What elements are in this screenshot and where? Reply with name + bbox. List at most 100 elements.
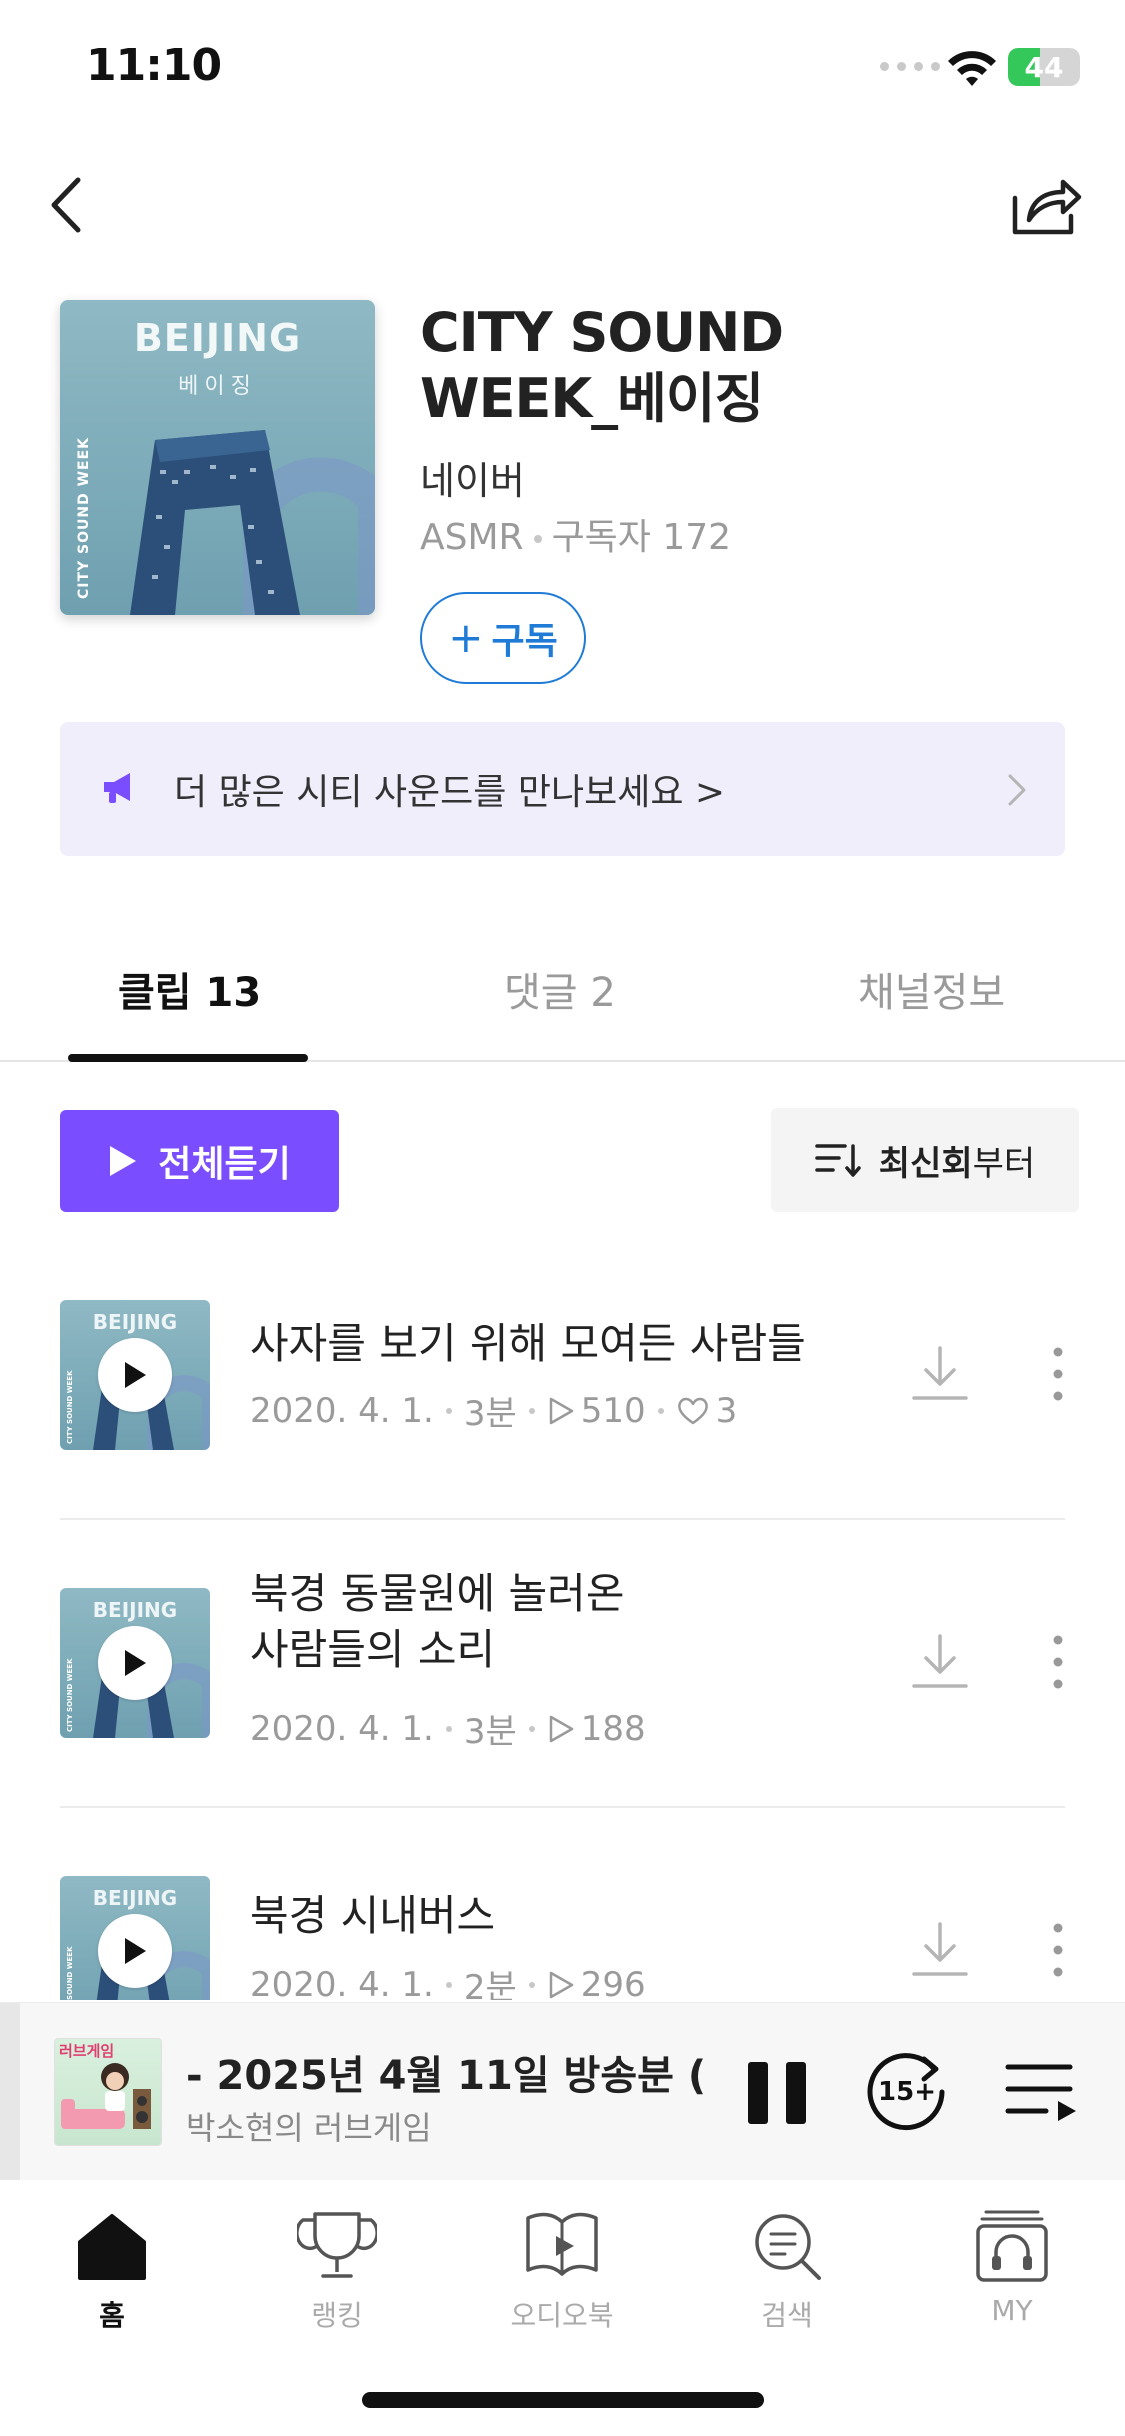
wifi-icon — [948, 51, 996, 86]
home-indicator — [362, 2392, 764, 2408]
bottom-tab-my[interactable]: MY — [932, 2206, 1092, 2327]
clip-plays: 296 — [580, 1964, 646, 2001]
clip-plays: 510 — [580, 1390, 646, 1431]
bottom-tab-search[interactable]: 검색 — [707, 2206, 867, 2334]
clip-title[interactable]: 북경 시내버스 — [250, 1888, 890, 1944]
heart-icon — [677, 1397, 708, 1424]
mini-player-artwork: 러브게임 — [54, 2038, 162, 2146]
clip-item[interactable]: BEIJING CITY SOUND WEEK 사자를 보기 위해 모여든 사람… — [0, 1280, 1125, 1568]
cellular-signal-icon — [880, 62, 940, 71]
more-options-icon[interactable] — [1040, 1630, 1076, 1694]
clip-duration: 2분 — [463, 1968, 517, 2000]
clip-play-button[interactable] — [98, 1338, 172, 1412]
clip-play-button[interactable] — [98, 1914, 172, 1988]
play-all-button[interactable]: 전체듣기 — [60, 1110, 339, 1212]
clip-duration: 3분 — [463, 1394, 517, 1434]
more-options-icon[interactable] — [1040, 1342, 1076, 1406]
bottom-tab-ranking[interactable]: 랭킹 — [257, 2206, 417, 2334]
subscribe-button[interactable]: + 구독 — [420, 592, 586, 684]
clip-thumbnail: BEIJING CITY SOUND WEEK — [60, 1300, 210, 1450]
now-playing-title: - 2025년 4월 11일 방송분 (장 — [186, 2053, 706, 2099]
clip-meta: 2020. 4. 1. 2분 296 — [250, 1960, 646, 2001]
clip-thumbnail: BEIJING CITY SOUND WEEK — [60, 1588, 210, 1738]
bottom-tab-home[interactable]: 홈 — [32, 2206, 192, 2334]
pause-icon[interactable] — [744, 2058, 810, 2128]
play-icon — [125, 1362, 146, 1388]
battery-icon: 44 — [1008, 48, 1080, 86]
plays-icon — [549, 1715, 574, 1742]
artwork-title-text: 러브게임 — [59, 2042, 115, 2060]
clip-duration: 3분 — [463, 1712, 517, 1752]
mini-player[interactable]: 러브게임 - 2025년 4월 11일 방송분 (장 박소현의 러브게임 15+ — [0, 2002, 1125, 2180]
clip-actions: 전체듣기 최신회부터 — [0, 1108, 1125, 1212]
thumbnail-city-text: BEIJING — [92, 1310, 178, 1334]
bottom-tab-label: 오디오북 — [510, 2299, 614, 2332]
chevron-right-icon — [1008, 774, 1026, 806]
more-options-icon[interactable] — [1040, 1918, 1076, 1982]
home-icon — [78, 2214, 146, 2280]
thumbnail-city-text: BEIJING — [92, 1886, 178, 1910]
sort-label-rest: 부터 — [972, 1143, 1036, 1184]
clip-title[interactable]: 사자를 보기 위해 모여든 사람들 — [250, 1316, 890, 1372]
bottom-tab-label: 랭킹 — [311, 2299, 363, 2332]
bottom-tab-label: 홈 — [99, 2299, 125, 2332]
clip-list: BEIJING CITY SOUND WEEK 사자를 보기 위해 모여든 사람… — [0, 1280, 1125, 2000]
sort-label-bold: 최신회 — [878, 1143, 973, 1184]
tab-clips[interactable]: 클립 13 — [118, 960, 261, 1018]
plus-icon: + — [448, 613, 484, 662]
clip-plays: 188 — [580, 1708, 646, 1749]
download-icon[interactable] — [908, 1630, 972, 1694]
headphones-icon — [976, 2210, 1048, 2282]
promo-text: 더 많은 시티 사운드를 만나보세요 > — [174, 772, 726, 813]
plays-icon — [549, 1397, 574, 1424]
clip-thumbnail: BEIJING CITY SOUND WEEK — [60, 1876, 210, 2000]
bottom-tab-label: 검색 — [761, 2299, 813, 2332]
thumbnail-series-text: CITY SOUND WEEK — [66, 1370, 74, 1444]
thumbnail-series-text: CITY SOUND WEEK — [66, 1658, 74, 1732]
bottom-tab-audiobook[interactable]: 오디오북 — [482, 2206, 642, 2334]
skip-forward-label: 15+ — [878, 2077, 936, 2107]
cover-series-text: CITY SOUND WEEK — [76, 436, 92, 599]
cover-korean-text: 베이징 — [178, 374, 257, 399]
clip-meta: 2020. 4. 1. 3분 188 — [250, 1704, 646, 1753]
tab-channel-info[interactable]: 채널정보 — [858, 960, 1005, 1018]
battery-percent: 44 — [1024, 50, 1064, 84]
play-icon — [125, 1938, 146, 1964]
trophy-icon — [297, 2212, 377, 2278]
thumbnail-city-text: BEIJING — [92, 1598, 178, 1622]
clip-item[interactable]: BEIJING CITY SOUND WEEK 북경 동물원에 놀러온 사람들의… — [0, 1568, 1125, 1856]
sort-button[interactable]: 최신회부터 — [771, 1108, 1079, 1212]
channel-tabs: 클립 13 댓글 2 채널정보 — [0, 930, 1125, 1062]
clip-date: 2020. 4. 1. — [250, 1964, 434, 2001]
active-tab-indicator — [68, 1054, 308, 1062]
audiobook-icon — [526, 2212, 598, 2276]
plays-icon — [549, 1971, 574, 1998]
clip-meta: 2020. 4. 1. 3분 510 3 — [250, 1386, 737, 1435]
channel-owner[interactable]: 네이버 — [420, 450, 525, 505]
clip-title[interactable]: 북경 동물원에 놀러온 사람들의 소리 — [250, 1566, 670, 1678]
sort-icon — [815, 1144, 861, 1177]
channel-title: CITY SOUND WEEK_베이징 — [420, 301, 784, 430]
nav-bar — [0, 150, 1125, 260]
play-all-label: 전체듣기 — [158, 1144, 291, 1185]
clip-divider — [60, 1518, 1065, 1520]
search-icon — [755, 2214, 821, 2280]
playlist-queue-icon[interactable] — [1004, 2059, 1078, 2125]
channel-subscribers: 구독자 172 — [551, 517, 732, 558]
play-icon — [125, 1650, 146, 1676]
download-icon[interactable] — [908, 1918, 972, 1982]
channel-meta: ASMR 구독자 172 — [420, 508, 731, 560]
clip-play-button[interactable] — [98, 1626, 172, 1700]
promo-banner[interactable]: 더 많은 시티 사운드를 만나보세요 > — [60, 722, 1065, 856]
download-icon[interactable] — [908, 1342, 972, 1406]
back-icon[interactable] — [40, 170, 100, 240]
status-bar: 11:10 44 — [0, 0, 1125, 130]
skip-forward-15-button[interactable]: 15+ — [862, 2047, 952, 2137]
clip-item[interactable]: BEIJING CITY SOUND WEEK 북경 시내버스 2020. 4.… — [0, 1856, 1125, 2000]
tab-comments[interactable]: 댓글 2 — [504, 960, 616, 1018]
channel-category: ASMR — [420, 517, 524, 558]
clip-date: 2020. 4. 1. — [250, 1708, 434, 1749]
channel-cover-image: BEIJING 베이징 CITY SOUND WEEK — [60, 300, 375, 615]
share-icon[interactable] — [1005, 164, 1085, 244]
play-icon — [110, 1146, 137, 1176]
